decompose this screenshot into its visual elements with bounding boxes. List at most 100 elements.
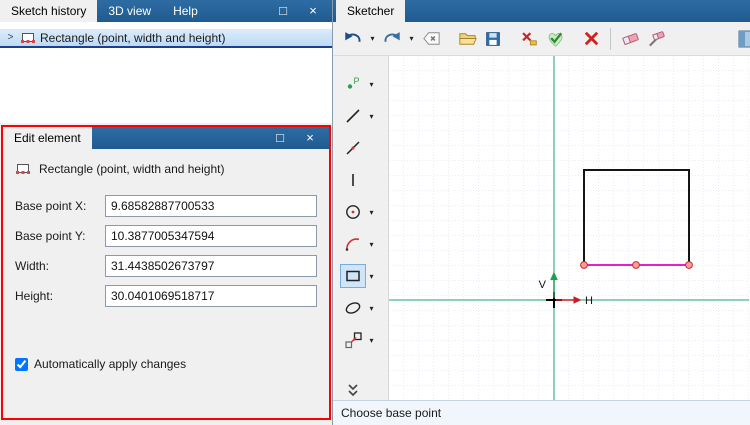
- eraser-pencil-icon: [648, 31, 665, 47]
- rectangle-item-icon: [20, 30, 36, 46]
- arc-icon: [345, 238, 360, 251]
- maximize-icon[interactable]: □: [276, 1, 290, 21]
- width-input[interactable]: [105, 255, 317, 277]
- line-tool-dropdown[interactable]: ▾: [366, 112, 377, 121]
- field-row-width: Width:: [15, 255, 317, 277]
- edit-body: Rectangle (point, width and height) Base…: [3, 149, 329, 418]
- maximize-icon[interactable]: □: [273, 128, 287, 148]
- sketcher-toolbar: ▾ ▾: [333, 22, 750, 56]
- delete-elements-button[interactable]: [517, 27, 541, 51]
- circle-tool-button[interactable]: [340, 200, 366, 224]
- line-tool-button[interactable]: [340, 104, 366, 128]
- tab-help[interactable]: Help: [162, 0, 209, 22]
- status-message: Choose base point: [341, 406, 442, 420]
- ellipse-tool-button[interactable]: [340, 296, 366, 320]
- base-point-y-input[interactable]: [105, 225, 317, 247]
- base-point-x-label: Base point X:: [15, 199, 87, 213]
- undo-icon: [345, 31, 361, 42]
- sketcher-main: P ▾ ▾ ▾ ▾ ▾ ▾ ▾ V H: [333, 56, 750, 400]
- field-row-height: Height:: [15, 285, 317, 307]
- open-folder-icon: [458, 33, 477, 45]
- accept-sketch-button[interactable]: [543, 27, 567, 51]
- insertion-indicator: [0, 46, 332, 48]
- undo-button[interactable]: [341, 27, 365, 51]
- polyline-icon: [346, 141, 360, 155]
- tool-segment: [340, 168, 366, 192]
- transform-tool-dropdown[interactable]: ▾: [366, 336, 377, 345]
- redo-icon: [384, 31, 400, 42]
- height-label: Height:: [15, 289, 54, 303]
- circle-tool-dropdown[interactable]: ▾: [366, 208, 377, 217]
- auto-apply-checkbox[interactable]: [15, 357, 28, 371]
- tool-circle: ▾: [340, 200, 377, 224]
- tab-sketch-history[interactable]: Sketch history: [0, 0, 98, 22]
- sketcher-panel: Sketcher ▾ ▾ P ▾ ▾ ▾ ▾ ▾ ▾ ▾ V H Choose …: [333, 0, 750, 425]
- rectangle-tool-button[interactable]: [340, 264, 366, 288]
- auto-apply-row[interactable]: Automatically apply changes: [15, 357, 317, 371]
- tool-polyline: [340, 136, 366, 160]
- rectangle-icon: [346, 270, 360, 282]
- sketch-history-panel: Sketch history 3D view Help □ × > Rectan…: [0, 0, 332, 123]
- height-input[interactable]: [105, 285, 317, 307]
- expander-icon[interactable]: >: [5, 32, 16, 43]
- h-axis-label: H: [585, 295, 593, 307]
- delete-last-button[interactable]: [419, 27, 443, 51]
- backspace-icon: [422, 32, 440, 45]
- point-tool-dropdown[interactable]: ▾: [366, 80, 377, 89]
- erase-edit-tool-button[interactable]: [644, 27, 668, 51]
- element-type-label: Rectangle (point, width and height): [39, 162, 225, 176]
- vertex-handle-right[interactable]: [685, 261, 693, 269]
- edit-element-panel: Edit element □ × Rectangle (point, width…: [1, 125, 331, 420]
- vertex-handle-left[interactable]: [580, 261, 588, 269]
- drawing-toolstrip: P ▾ ▾ ▾ ▾ ▾ ▾ ▾: [333, 56, 389, 400]
- field-row-base-y: Base point Y:: [15, 225, 317, 247]
- circle-icon: [346, 205, 360, 219]
- cancel-x-icon: [584, 31, 598, 46]
- transform-icon: [345, 332, 362, 349]
- edit-titlebar: Edit element □ ×: [3, 127, 329, 149]
- open-button[interactable]: [455, 27, 479, 51]
- toolbar-separator: [610, 27, 611, 50]
- panel-partial-icon[interactable]: [736, 28, 750, 53]
- rectangle-element-icon: [15, 161, 31, 177]
- eraser-icon: [621, 33, 639, 46]
- more-tools-button[interactable]: [340, 378, 366, 402]
- close-icon[interactable]: ×: [306, 1, 320, 21]
- width-label: Width:: [15, 259, 50, 273]
- midpoint-handle[interactable]: [632, 261, 640, 269]
- save-button[interactable]: [481, 27, 505, 51]
- tab-3d-view[interactable]: 3D view: [97, 0, 162, 22]
- rectangle-tool-dropdown[interactable]: ▾: [366, 272, 377, 281]
- polyline-tool-button[interactable]: [340, 136, 366, 160]
- point-tool-button[interactable]: P: [340, 72, 366, 96]
- tab-sketcher[interactable]: Sketcher: [336, 0, 406, 22]
- segment-tool-button[interactable]: [340, 168, 366, 192]
- ellipse-icon: [345, 302, 361, 314]
- erase-tool-button[interactable]: [618, 27, 642, 51]
- redo-dropdown-icon[interactable]: ▾: [406, 34, 417, 43]
- redo-button[interactable]: [380, 27, 404, 51]
- save-floppy-icon: [486, 31, 500, 46]
- sketch-canvas[interactable]: V H: [389, 56, 749, 400]
- tree-item-rectangle[interactable]: > Rectangle (point, width and height): [0, 29, 332, 46]
- segment-icon: [352, 174, 354, 186]
- cancel-sketch-button[interactable]: [579, 27, 603, 51]
- element-type-header: Rectangle (point, width and height): [15, 159, 317, 187]
- undo-dropdown-icon[interactable]: ▾: [367, 34, 378, 43]
- point-icon: P: [347, 76, 360, 89]
- tool-arc: ▾: [340, 232, 377, 256]
- transform-tool-button[interactable]: [340, 328, 366, 352]
- ellipse-tool-dropdown[interactable]: ▾: [366, 304, 377, 313]
- tool-ellipse: ▾: [340, 296, 377, 320]
- history-titlebar: Sketch history 3D view Help □ ×: [0, 0, 332, 22]
- sketch-canvas-area[interactable]: V H: [389, 56, 750, 400]
- tab-edit-element[interactable]: Edit element: [3, 127, 92, 149]
- base-point-x-input[interactable]: [105, 195, 317, 217]
- history-window-buttons: □ ×: [276, 0, 332, 22]
- v-axis-label: V: [539, 279, 547, 291]
- status-bar: Choose base point: [333, 400, 750, 425]
- arc-tool-dropdown[interactable]: ▾: [366, 240, 377, 249]
- line-icon: [346, 109, 360, 123]
- arc-tool-button[interactable]: [340, 232, 366, 256]
- close-icon[interactable]: ×: [303, 128, 317, 148]
